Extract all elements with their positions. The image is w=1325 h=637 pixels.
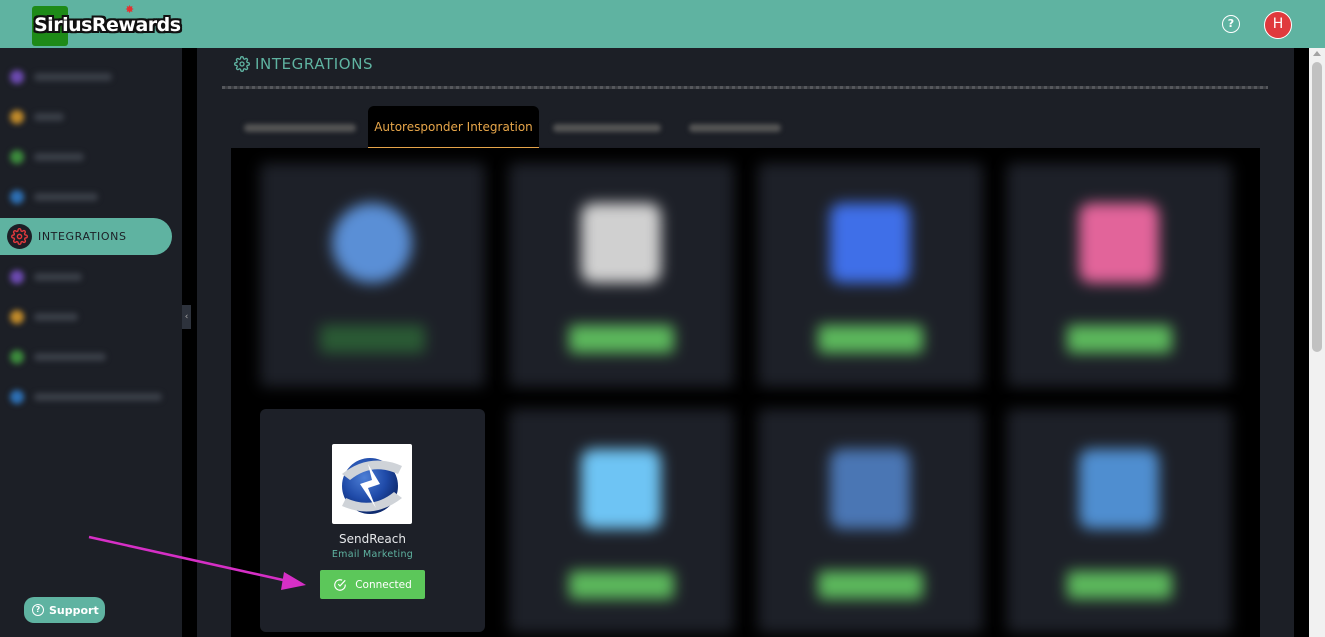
title-divider — [222, 86, 1268, 89]
blurred-nav-icon — [10, 350, 24, 364]
support-label: Support — [49, 603, 99, 617]
tab-autoresponder-integration[interactable]: Autoresponder Integration — [368, 106, 539, 148]
sidebar — [0, 48, 182, 637]
integration-card-blurred[interactable] — [758, 163, 983, 387]
integration-button — [569, 571, 674, 599]
integration-category: Email Marketing — [331, 549, 414, 560]
integration-card-blurred[interactable] — [509, 163, 734, 387]
integration-card-blurred[interactable] — [509, 409, 734, 633]
page-scrollbar[interactable] — [1309, 48, 1325, 637]
tab-blurred[interactable] — [686, 106, 784, 148]
blurred-nav-label — [34, 393, 162, 401]
blurred-nav-icon — [10, 110, 24, 124]
integration-logo — [830, 203, 910, 283]
integration-card-blurred[interactable] — [758, 409, 983, 633]
sidebar-item-label: INTEGRATIONS — [38, 230, 127, 243]
scroll-up-arrow-icon[interactable] — [1313, 51, 1321, 56]
logo-text: SiriusRewards — [34, 14, 181, 36]
blurred-nav-label — [34, 313, 78, 321]
blurred-nav-icon — [10, 150, 24, 164]
top-bar: SiriusRewards ✸ ? H — [0, 0, 1325, 48]
integration-card-blurred[interactable] — [260, 163, 485, 387]
blurred-nav-icon — [10, 270, 24, 284]
sendreach-logo — [332, 444, 412, 524]
tab-blurred[interactable] — [237, 106, 362, 148]
integration-logo — [1079, 203, 1159, 283]
connected-button[interactable]: Connected — [320, 570, 425, 599]
blurred-nav-label — [34, 353, 106, 361]
integration-logo — [332, 203, 412, 283]
integration-button — [569, 325, 674, 353]
help-circle-icon: ? — [32, 604, 44, 616]
support-button[interactable]: ? Support — [24, 597, 105, 623]
integration-logo — [830, 449, 910, 529]
blurred-nav-label — [34, 153, 84, 161]
sidebar-item-integrations[interactable]: INTEGRATIONS — [0, 218, 172, 255]
scroll-thumb[interactable] — [1312, 62, 1322, 352]
help-icon[interactable]: ? — [1222, 15, 1240, 33]
sidebar-collapse-toggle[interactable]: ‹ — [182, 305, 191, 329]
page-title-text: INTEGRATIONS — [255, 55, 374, 73]
blurred-nav-label — [34, 193, 98, 201]
integration-button — [1067, 325, 1172, 353]
check-circle-icon — [334, 578, 347, 591]
tab-blurred[interactable] — [549, 106, 664, 148]
gear-icon-badge — [7, 224, 32, 249]
blurred-nav-label — [34, 73, 112, 81]
integration-logo — [581, 203, 661, 283]
app-logo[interactable]: SiriusRewards ✸ — [32, 3, 181, 46]
integration-card-sendreach: SendReach Email Marketing Connected — [260, 409, 485, 632]
sendreach-globe-icon — [342, 458, 402, 514]
star-icon: ✸ — [125, 3, 135, 16]
integration-button — [818, 571, 923, 599]
blurred-nav-icon — [10, 190, 24, 204]
integration-logo — [581, 449, 661, 529]
gear-icon — [234, 56, 250, 72]
integration-card-blurred[interactable] — [1007, 163, 1232, 387]
blurred-nav-label — [34, 273, 82, 281]
user-avatar[interactable]: H — [1264, 11, 1292, 39]
integration-button — [320, 325, 425, 353]
integration-name: SendReach — [339, 532, 406, 546]
integration-button — [1067, 571, 1172, 599]
blurred-nav-icon — [10, 310, 24, 324]
gear-icon — [11, 228, 28, 245]
integration-button — [818, 325, 923, 353]
integration-logo — [1079, 449, 1159, 529]
blurred-nav-icon — [10, 70, 24, 84]
page-title: INTEGRATIONS — [234, 55, 373, 73]
blurred-nav-label — [34, 113, 64, 121]
connected-button-label: Connected — [355, 578, 412, 591]
integration-card-blurred[interactable] — [1007, 409, 1232, 633]
blurred-nav-icon — [10, 390, 24, 404]
